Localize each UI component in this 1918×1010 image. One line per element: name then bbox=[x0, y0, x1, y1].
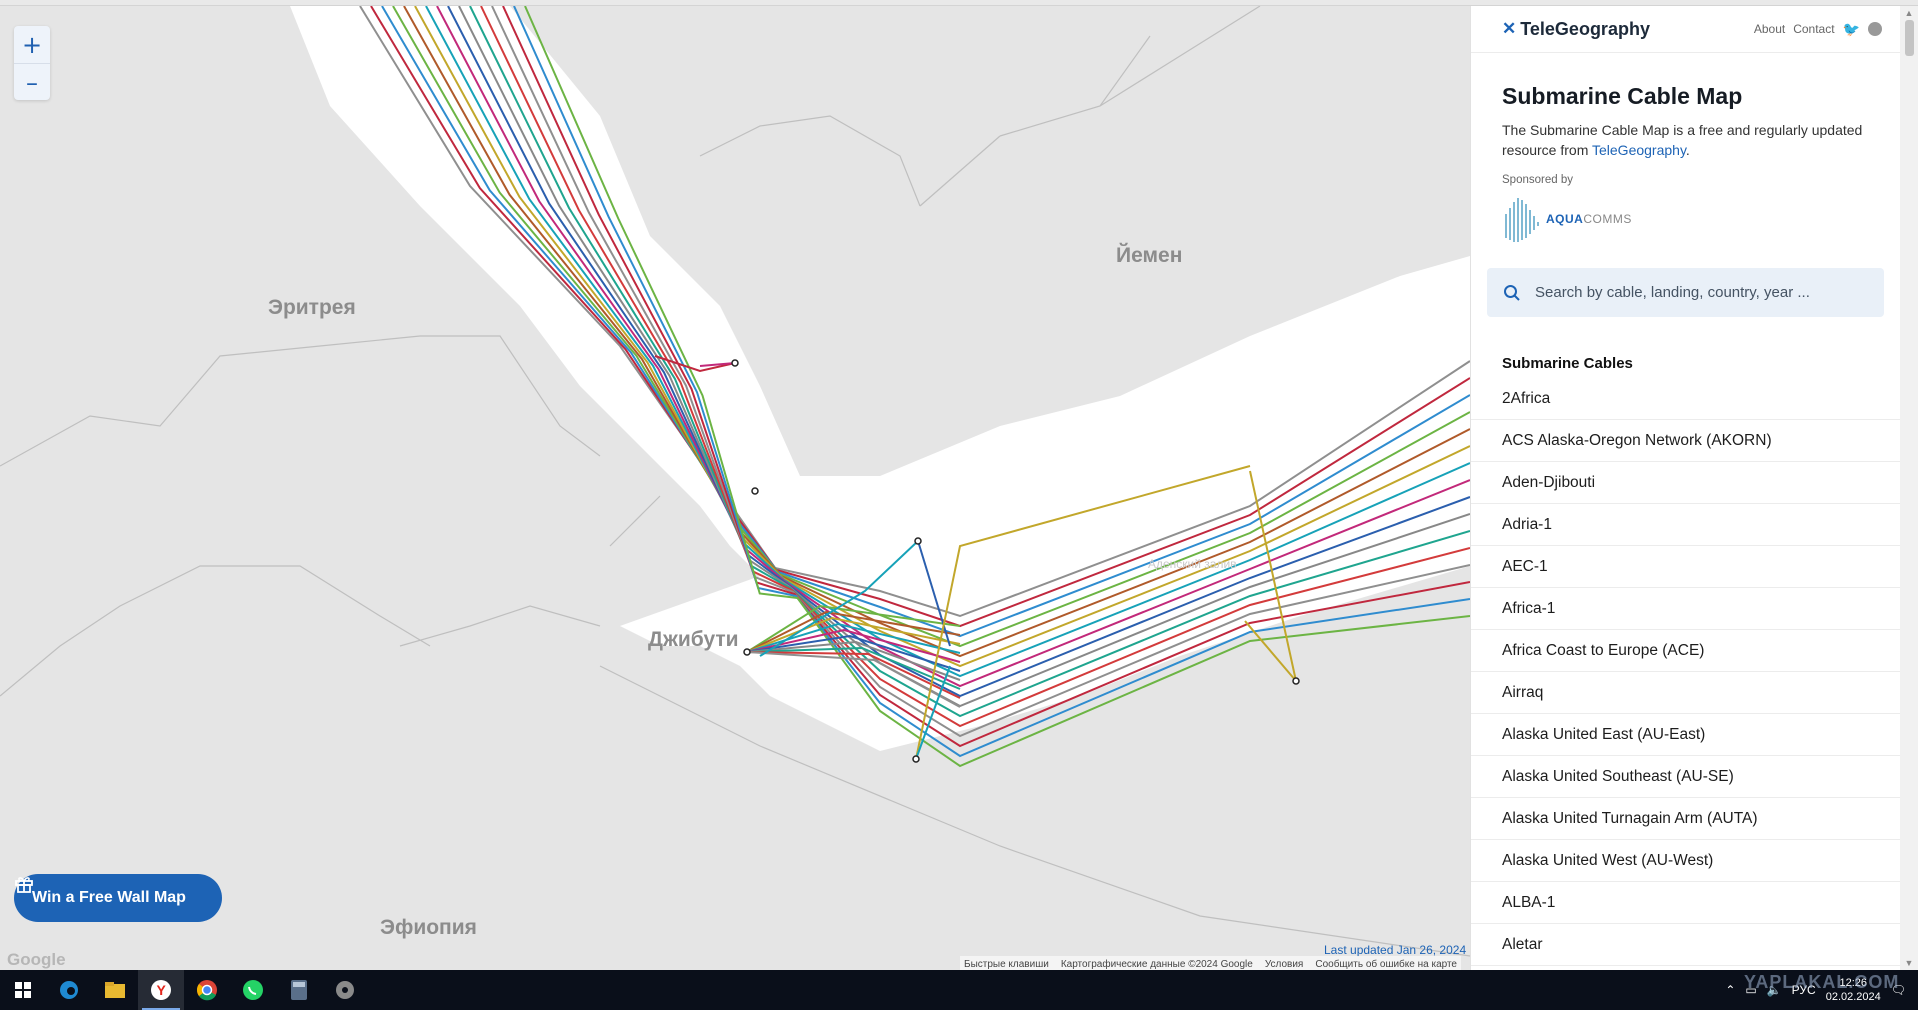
search-box[interactable] bbox=[1487, 268, 1884, 317]
google-logo: Google bbox=[7, 950, 66, 969]
calculator-icon[interactable] bbox=[276, 970, 322, 1010]
aquacomms-logo[interactable]: AQUACOMMS bbox=[1502, 194, 1900, 244]
cable-list-item[interactable]: Alaska United East (AU-East) bbox=[1471, 714, 1900, 756]
scroll-up-arrow-icon[interactable]: ▲ bbox=[1904, 8, 1914, 18]
search-input[interactable] bbox=[1533, 283, 1867, 302]
attrib-report[interactable]: Сообщить об ошибке на карте bbox=[1315, 959, 1457, 970]
cable-list-item[interactable]: ACS Alaska-Oregon Network (AKORN) bbox=[1471, 420, 1900, 462]
win-wall-map-label: Win a Free Wall Map bbox=[32, 889, 186, 906]
cable-branch[interactable] bbox=[1244, 620, 1297, 682]
description: The Submarine Cable Map is a free and re… bbox=[1502, 120, 1870, 160]
sea-label: Аденский залив bbox=[1148, 557, 1237, 571]
contact-link[interactable]: Contact bbox=[1793, 22, 1834, 36]
brand-name: TeleGeography bbox=[1520, 18, 1650, 39]
twitter-icon[interactable]: 🐦 bbox=[1843, 21, 1860, 38]
cable-list-item[interactable]: Africa-1 bbox=[1471, 588, 1900, 630]
cable-list-item[interactable]: 2Africa bbox=[1471, 378, 1900, 420]
map-canvas[interactable]: Аденский залив bbox=[0, 6, 1470, 970]
attrib-shortcuts[interactable]: Быстрые клавиши bbox=[964, 959, 1049, 970]
map-view[interactable]: Аденский залив + – Эритрея Йемен Джибути… bbox=[0, 6, 1470, 970]
sponsor-name-bold: AQUA bbox=[1546, 212, 1584, 226]
header-links: About Contact 🐦 bbox=[1754, 21, 1882, 38]
about-link[interactable]: About bbox=[1754, 22, 1785, 36]
map-attribution: Быстрые клавиши Картографические данные … bbox=[960, 956, 1461, 970]
attrib-terms[interactable]: Условия bbox=[1265, 959, 1304, 970]
win-wall-map-button[interactable]: Win a Free Wall Map bbox=[14, 874, 222, 922]
cable-list-item[interactable]: Alaska United West (AU-West) bbox=[1471, 840, 1900, 882]
edge-icon[interactable] bbox=[46, 970, 92, 1010]
page-title: Submarine Cable Map bbox=[1502, 83, 1743, 109]
sidebar-scrollbar[interactable]: ▲ ▼ bbox=[1900, 6, 1918, 970]
cable-list-item[interactable]: Aden-Djibouti bbox=[1471, 462, 1900, 504]
app-disc-icon[interactable] bbox=[322, 970, 368, 1010]
sponsor-name-light: COMMS bbox=[1583, 212, 1632, 226]
telegeography-mark-icon: ✕ bbox=[1502, 19, 1517, 38]
country-label-djibouti: Джибути bbox=[648, 628, 739, 651]
gift-icon bbox=[15, 877, 33, 893]
svg-text:Y: Y bbox=[157, 982, 167, 998]
file-explorer-icon[interactable] bbox=[92, 970, 138, 1010]
windows-logo-icon bbox=[15, 982, 31, 998]
zoom-in-button[interactable]: + bbox=[14, 26, 50, 64]
zoom-control: + – bbox=[14, 26, 50, 100]
last-updated: Last updated Jan 26, 2024 bbox=[1324, 943, 1467, 957]
cable-list-item[interactable]: Aletar bbox=[1471, 924, 1900, 966]
cable-list-item[interactable]: ALBA-1 bbox=[1471, 882, 1900, 924]
tray-chevron-icon[interactable]: ⌃ bbox=[1725, 983, 1735, 997]
yandex-browser-icon[interactable]: Y bbox=[138, 970, 184, 1010]
whatsapp-icon[interactable] bbox=[230, 970, 276, 1010]
cable-list-item[interactable]: Adria-1 bbox=[1471, 504, 1900, 546]
sponsor-name: AQUACOMMS bbox=[1546, 212, 1632, 226]
cable-list: 2Africa ACS Alaska-Oregon Network (AKORN)… bbox=[1471, 378, 1900, 966]
watermark: YAPLAKAL.COM bbox=[1744, 972, 1900, 992]
scrollbar-thumb[interactable] bbox=[1905, 20, 1914, 56]
telegeography-logo[interactable]: ✕ TeleGeography bbox=[1502, 19, 1650, 40]
telegeography-link[interactable]: TeleGeography bbox=[1592, 142, 1686, 158]
country-label-yemen: Йемен bbox=[1116, 244, 1183, 267]
country-label-ethiopia: Эфиопия bbox=[380, 916, 477, 939]
search-icon bbox=[1504, 284, 1520, 301]
cables-section-title: Submarine Cables bbox=[1502, 355, 1633, 372]
country-label-eritrea: Эритрея bbox=[268, 296, 356, 319]
attrib-mapdata: Картографические данные ©2024 Google bbox=[1060, 958, 1253, 970]
zoom-out-button[interactable]: – bbox=[14, 64, 50, 101]
aquacomms-icon bbox=[1505, 198, 1539, 242]
cable-list-item[interactable]: Alaska United Turnagain Arm (AUTA) bbox=[1471, 798, 1900, 840]
scroll-down-arrow-icon[interactable]: ▼ bbox=[1904, 958, 1914, 968]
chrome-icon[interactable] bbox=[184, 970, 230, 1010]
sponsored-label: Sponsored by bbox=[1502, 174, 1573, 186]
description-end: . bbox=[1685, 142, 1690, 158]
windows-taskbar: Y ⌃ ▭ 🔈 РУС 12:26 02.02.2024 🗨 bbox=[0, 970, 1918, 1010]
start-button[interactable] bbox=[0, 970, 46, 1010]
sidebar: ✕ TeleGeography About Contact 🐦 Submarin… bbox=[1470, 6, 1900, 970]
sidebar-header: ✕ TeleGeography About Contact 🐦 bbox=[1471, 6, 1900, 53]
cable-list-item[interactable]: AEC-1 bbox=[1471, 546, 1900, 588]
cable-list-item[interactable]: Airraq bbox=[1471, 672, 1900, 714]
facebook-icon[interactable] bbox=[1868, 22, 1882, 36]
cable-list-item[interactable]: Alaska United Southeast (AU-SE) bbox=[1471, 756, 1900, 798]
cable-list-item[interactable]: Africa Coast to Europe (ACE) bbox=[1471, 630, 1900, 672]
